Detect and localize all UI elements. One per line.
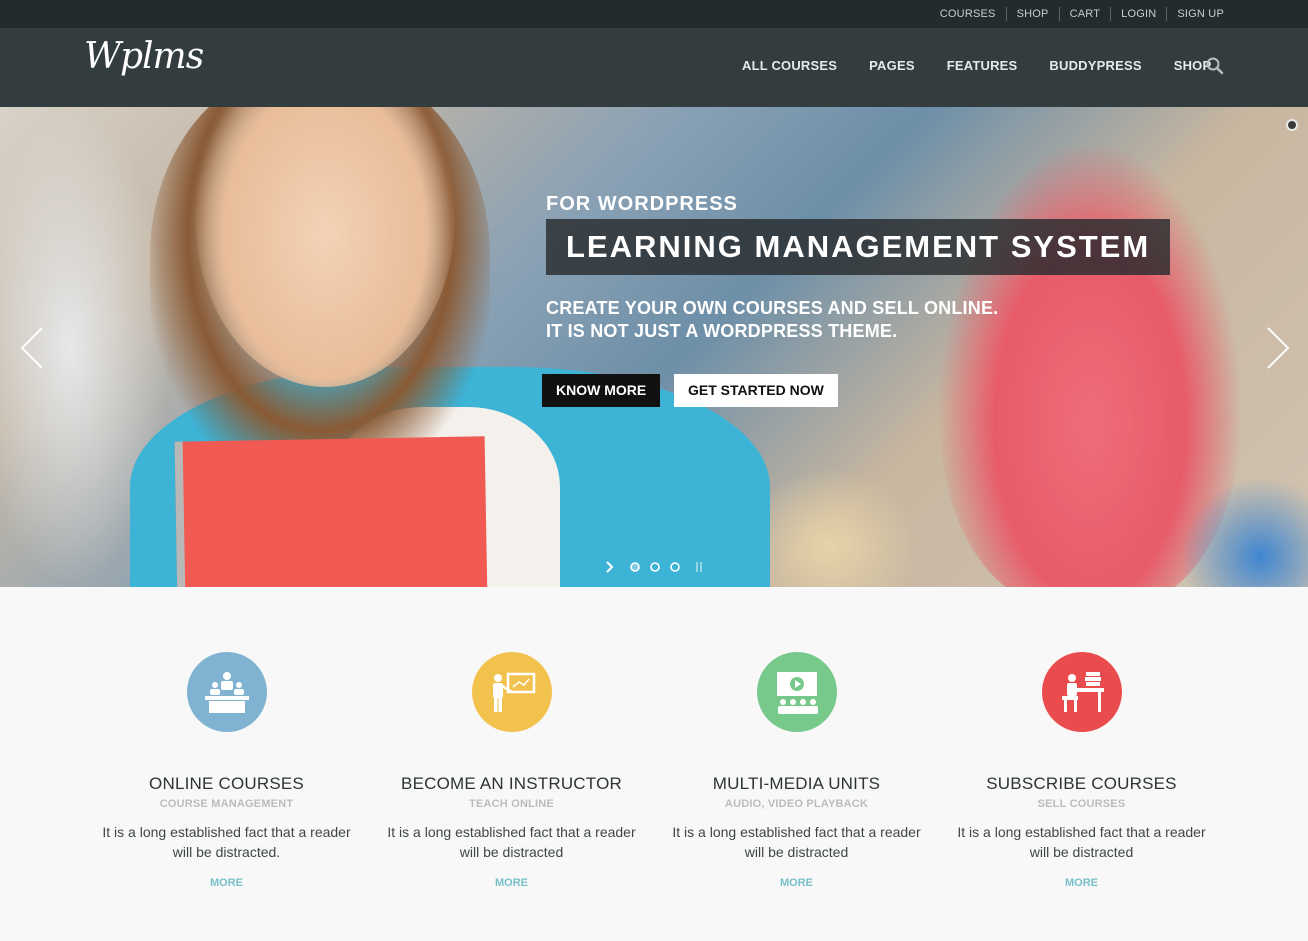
feature-multimedia-units: MULTI-MEDIA UNITS AUDIO, VIDEO PLAYBACK … (654, 652, 939, 891)
hero-notebook (174, 436, 488, 587)
feature-subtitle: AUDIO, VIDEO PLAYBACK (724, 798, 869, 810)
site-logo[interactable]: Wplms (84, 36, 204, 77)
feature-icon-circle (471, 652, 552, 732)
site-header: Wplms ALL COURSES PAGES FEATURES BUDDYPR… (0, 28, 1308, 107)
teacher-board-icon (492, 672, 535, 712)
feature-online-courses: ONLINE COURSES COURSE MANAGEMENT It is a… (84, 652, 369, 891)
top-link-shop[interactable]: SHOP (1005, 7, 1059, 21)
top-link-login[interactable]: LOGIN (1110, 7, 1166, 21)
classroom-icon (204, 672, 249, 713)
slider-dot[interactable] (650, 562, 660, 572)
slider-next-arrow-icon[interactable] (1264, 325, 1292, 371)
feature-more-link[interactable]: MORE (210, 877, 243, 889)
feature-icon-circle (186, 652, 267, 732)
feature-subtitle: SELL COURSES (1037, 798, 1126, 810)
feature-subscribe-courses: SUBSCRIBE COURSES SELL COURSES It is a l… (939, 652, 1224, 891)
get-started-button[interactable]: GET STARTED NOW (674, 374, 838, 407)
top-link-courses[interactable]: COURSES (930, 7, 1006, 21)
top-link-cart[interactable]: CART (1058, 7, 1111, 21)
hero-kicker: FOR WORDPRESS (546, 193, 738, 215)
slider-dot[interactable] (670, 562, 680, 572)
feature-title: SUBSCRIBE COURSES (986, 774, 1177, 793)
feature-title: MULTI-MEDIA UNITS (712, 774, 881, 793)
feature-icon-circle (1041, 652, 1122, 732)
hero-subtitle-line-2: IT IS NOT JUST A WORDPRESS THEME. (546, 321, 898, 341)
hero-subtitle-line-1: CREATE YOUR OWN COURSES AND SELL ONLINE. (546, 298, 999, 318)
search-icon[interactable] (1205, 56, 1225, 76)
video-screen-icon (776, 672, 818, 714)
feature-description: It is a long established fact that a rea… (957, 824, 1206, 860)
feature-more-link[interactable]: MORE (1065, 877, 1098, 889)
slider-pause-icon[interactable] (696, 562, 702, 572)
feature-description: It is a long established fact that a rea… (387, 824, 636, 860)
feature-more-link[interactable]: MORE (780, 877, 813, 889)
top-bar: COURSES SHOP CART LOGIN SIGN UP (0, 0, 1308, 28)
student-desk-icon (1061, 672, 1104, 712)
feature-more-link[interactable]: MORE (495, 877, 528, 889)
know-more-button[interactable]: KNOW MORE (542, 374, 661, 407)
nav-all-courses[interactable]: ALL COURSES (726, 58, 853, 73)
slider-dot[interactable] (630, 562, 640, 572)
feature-title: ONLINE COURSES (149, 774, 304, 793)
feature-icon-circle (756, 652, 837, 732)
slider-indicator-dot (1286, 119, 1298, 131)
nav-pages[interactable]: PAGES (853, 58, 931, 73)
feature-become-instructor: BECOME AN INSTRUCTOR TEACH ONLINE It is … (369, 652, 654, 891)
feature-description: It is a long established fact that a rea… (102, 824, 351, 860)
feature-description: It is a long established fact that a rea… (672, 824, 921, 860)
main-nav: ALL COURSES PAGES FEATURES BUDDYPRESS SH… (726, 58, 1227, 73)
slider-play-icon[interactable] (606, 561, 614, 573)
features-section: ONLINE COURSES COURSE MANAGEMENT It is a… (84, 652, 1224, 892)
top-link-signup[interactable]: SIGN UP (1166, 7, 1224, 21)
slider-prev-arrow-icon[interactable] (18, 325, 46, 371)
hero-slider: FOR WORDPRESS LEARNING MANAGEMENT SYSTEM… (0, 107, 1308, 587)
feature-title: BECOME AN INSTRUCTOR (401, 774, 622, 793)
feature-subtitle: TEACH ONLINE (469, 798, 554, 810)
hero-title: LEARNING MANAGEMENT SYSTEM (546, 219, 1171, 275)
feature-subtitle: COURSE MANAGEMENT (159, 798, 294, 810)
slider-controls (606, 561, 702, 573)
nav-features[interactable]: FEATURES (931, 58, 1034, 73)
top-nav: COURSES SHOP CART LOGIN SIGN UP (930, 0, 1224, 28)
nav-buddypress[interactable]: BUDDYPRESS (1033, 58, 1157, 73)
